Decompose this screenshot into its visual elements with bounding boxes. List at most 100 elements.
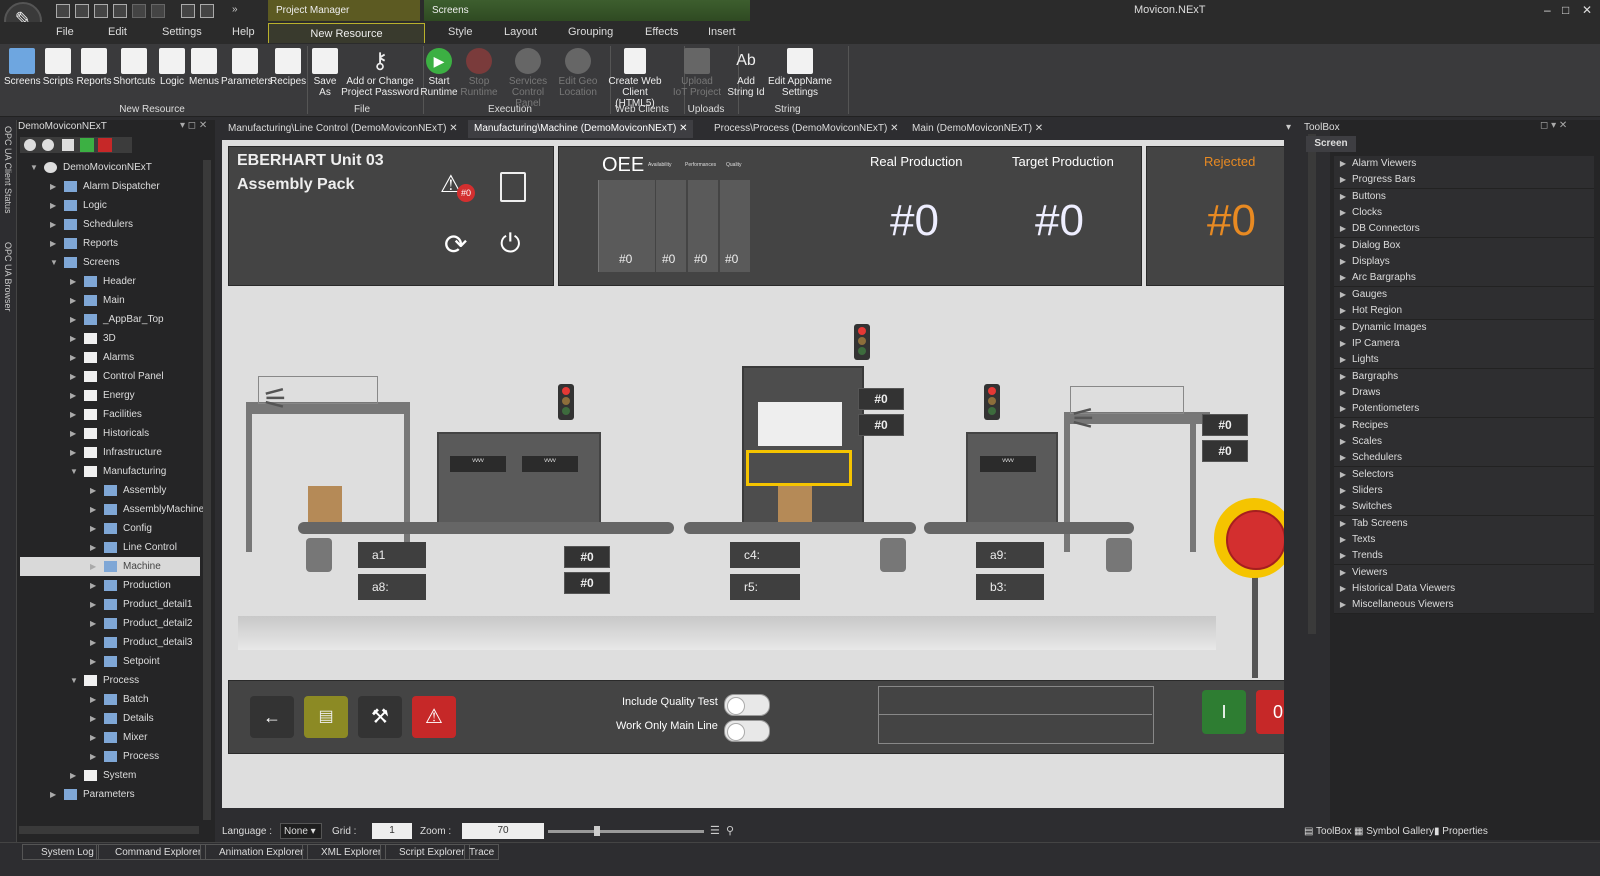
toolbox-item[interactable]: ▶ Recipes [1334, 417, 1594, 435]
toolbox-item[interactable]: ▶ Gauges [1334, 286, 1594, 304]
tree-expand-icon[interactable]: ▶ [90, 690, 100, 709]
toolbox-item[interactable]: ▶ Miscellaneous Viewers [1334, 597, 1594, 615]
menu-effects[interactable]: Effects [645, 26, 678, 38]
tree-expand-icon[interactable]: ▶ [90, 633, 100, 652]
toolbox-item[interactable]: ▶ Progress Bars [1334, 172, 1594, 190]
tree-item[interactable]: ▶ Production [20, 576, 200, 595]
ribbon-appname-button[interactable]: Edit AppName Settings [768, 48, 832, 98]
cancel-circle-icon[interactable] [42, 139, 54, 151]
menu-new-resource[interactable]: New Resource [268, 23, 425, 43]
toolbox-pin-icon[interactable]: ◻ ▾ ✕ [1540, 120, 1567, 131]
ribbon-geo-location-button[interactable]: Edit Geo Location [558, 48, 598, 98]
tree-expand-icon[interactable]: ▶ [70, 291, 80, 310]
zoom-slider[interactable] [548, 830, 704, 833]
tree-expand-icon[interactable]: ▶ [90, 709, 100, 728]
toolbox-item[interactable]: ▶ Hot Region [1334, 303, 1594, 321]
tree-item[interactable]: ▶ Assembly [20, 481, 200, 500]
tree-item[interactable]: ▶ Batch [20, 690, 200, 709]
tab-machine[interactable]: Manufacturing\Machine (DemoMoviconNExT) … [468, 120, 694, 138]
tree-item[interactable]: ▶ Historicals [20, 424, 200, 443]
back-arrow-button[interactable]: ← [250, 696, 294, 738]
menu-grouping[interactable]: Grouping [568, 26, 613, 38]
tree-expand-icon[interactable]: ▶ [50, 196, 60, 215]
tree-item[interactable]: ▼ Manufacturing [20, 462, 200, 481]
ribbon-save-as-button[interactable]: Save As [312, 48, 338, 98]
tree-item[interactable]: ▶ Details [20, 709, 200, 728]
tree-item[interactable]: ▶ Main [20, 291, 200, 310]
tree-item[interactable]: ▶ Header [20, 272, 200, 291]
quick-access-print-icon[interactable] [181, 4, 195, 18]
tree-item[interactable]: ▶ _AppBar_Top [20, 310, 200, 329]
tab-xml-explorer[interactable]: XML Explorer [302, 844, 387, 860]
panel-pin-icon[interactable]: ▾ ◻ ✕ [180, 120, 207, 131]
ribbon-reports-button[interactable]: Reports [76, 48, 112, 87]
include-quality-test-toggle[interactable] [724, 694, 770, 716]
tree-expand-icon[interactable]: ▶ [70, 329, 80, 348]
report-card-icon[interactable] [500, 172, 526, 202]
tree-expand-icon[interactable]: ▼ [30, 158, 40, 177]
list-view-icon[interactable]: ☰ [710, 824, 720, 837]
ribbon-stop-runtime-button[interactable]: Stop Runtime [460, 48, 498, 98]
copy-icon[interactable] [62, 139, 74, 151]
tree-item[interactable]: ▶ AssemblyMachine [20, 500, 204, 519]
alarm-button[interactable]: ⚠ [412, 696, 456, 738]
menu-layout[interactable]: Layout [504, 26, 537, 38]
tools-button[interactable]: ⚒ [358, 696, 402, 738]
menu-settings[interactable]: Settings [162, 26, 202, 38]
quick-access-saveall-icon[interactable] [113, 4, 127, 18]
pin-location-icon[interactable]: ⚲ [726, 824, 734, 837]
tree-item[interactable]: ▶ Process [20, 747, 200, 766]
ribbon-web-client-button[interactable]: Create Web Client (HTML5) [602, 48, 668, 109]
tree-expand-icon[interactable]: ▶ [90, 728, 100, 747]
tree-horizontal-scrollbar[interactable] [19, 826, 199, 834]
tree-item[interactable]: ▶ Infrastructure [20, 443, 200, 462]
ribbon-scripts-button[interactable]: Scripts [42, 48, 74, 87]
toolbox-tab-screen[interactable]: Screen [1306, 136, 1356, 152]
toolbox-item[interactable]: ▶ Switches [1334, 499, 1594, 517]
tab-animation-explorer[interactable]: Animation Explorer [200, 844, 309, 860]
tree-expand-icon[interactable]: ▶ [90, 538, 100, 557]
menu-style[interactable]: Style [448, 26, 472, 38]
toolbox-item[interactable]: ▶ Tab Screens [1334, 515, 1594, 533]
report-button[interactable]: ▤ [304, 696, 348, 738]
opc-ua-client-status-tab[interactable]: OPC UA Client Status [3, 126, 13, 214]
tree-expand-icon[interactable]: ▶ [90, 747, 100, 766]
power-icon[interactable]: ⏻ [500, 228, 521, 260]
tree-expand-icon[interactable]: ▶ [70, 310, 80, 329]
tree-expand-icon[interactable]: ▶ [70, 367, 80, 386]
tree-item[interactable]: ▶ Energy [20, 386, 200, 405]
tree-expand-icon[interactable]: ▶ [90, 557, 100, 576]
toolbox-item[interactable]: ▶ Dialog Box [1334, 237, 1594, 255]
ribbon-recipes-button[interactable]: Recipes [270, 48, 306, 87]
ribbon-services-button[interactable]: Services Control Panel [498, 48, 558, 109]
tree-item[interactable]: ▶ Product_detail2 [20, 614, 200, 633]
quick-access-undo-icon[interactable] [132, 4, 146, 18]
tree-item[interactable]: ▶ Logic [20, 196, 200, 215]
toolbox-item[interactable]: ▶ Texts [1334, 532, 1594, 550]
tree-expand-icon[interactable]: ▶ [50, 234, 60, 253]
toolbox-item[interactable]: ▶ Arc Bargraphs [1334, 270, 1594, 288]
zoom-slider-thumb[interactable] [594, 826, 600, 836]
run-icon[interactable] [80, 138, 94, 152]
tree-expand-icon[interactable]: ▶ [90, 576, 100, 595]
tree-expand-icon[interactable]: ▶ [90, 519, 100, 538]
tab-process[interactable]: Process\Process (DemoMoviconNExT) ✕ [708, 120, 905, 138]
maximize-button[interactable]: □ [1562, 3, 1569, 17]
close-circle-icon[interactable] [24, 139, 36, 151]
tree-expand-icon[interactable]: ▶ [70, 405, 80, 424]
tree-expand-icon[interactable]: ▶ [90, 481, 100, 500]
tree-item[interactable]: ▶ Schedulers [20, 215, 200, 234]
tree-expand-icon[interactable]: ▶ [70, 766, 80, 785]
emergency-stop-button[interactable] [1226, 510, 1284, 570]
menu-help[interactable]: Help [232, 26, 255, 38]
tree-expand-icon[interactable]: ▶ [70, 424, 80, 443]
tab-trace[interactable]: Trace [464, 844, 500, 860]
quick-access-new-icon[interactable] [56, 4, 70, 18]
toolbox-item[interactable]: ▶ Scales [1334, 433, 1594, 451]
start-button[interactable]: I [1202, 690, 1246, 734]
stop-button[interactable]: 0 [1256, 690, 1284, 734]
ribbon-menus-button[interactable]: Menus [189, 48, 219, 87]
tree-expand-icon[interactable]: ▶ [70, 386, 80, 405]
tab-script-explorer[interactable]: Script Explorer [380, 844, 470, 860]
refresh-icon[interactable]: ⟳ [444, 228, 467, 261]
